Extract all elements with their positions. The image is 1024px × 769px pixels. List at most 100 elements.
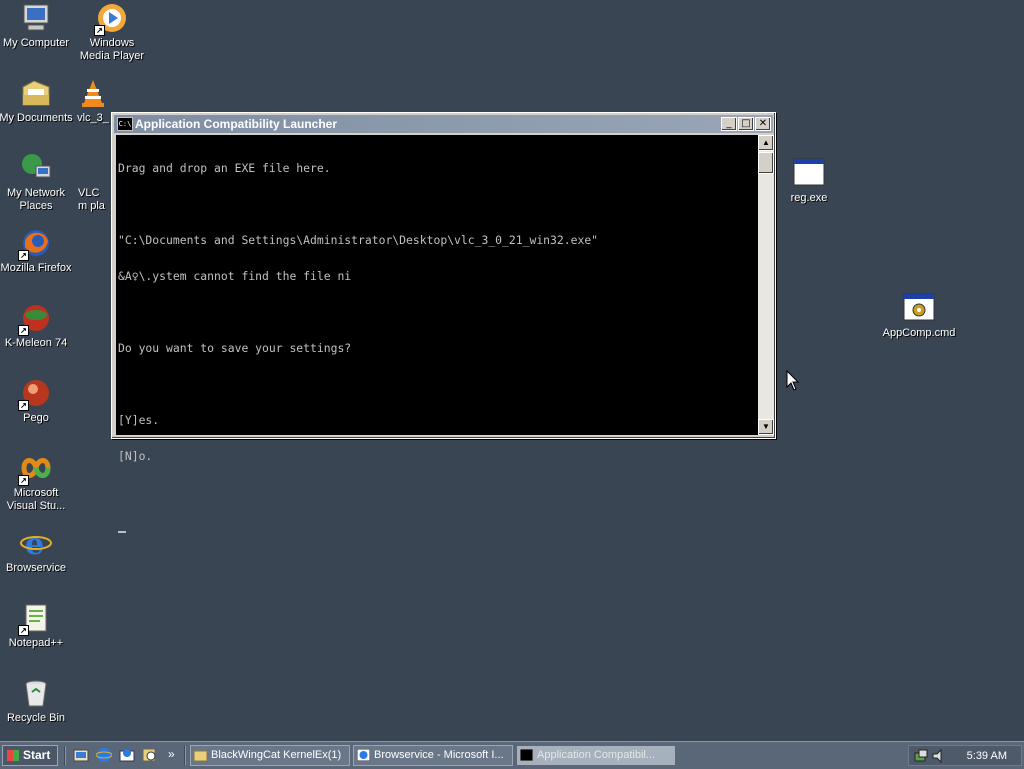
outlook-express-icon[interactable] (119, 747, 135, 763)
desktop-icon-my-documents[interactable]: My Documents (0, 77, 73, 125)
media-player-icon: ↗ (94, 2, 128, 36)
desktop-icon-label: Windows Media Player (79, 37, 145, 62)
mouse-pointer-icon (786, 370, 800, 391)
shortcut-arrow-icon: ↗ (94, 25, 105, 36)
maximize-button[interactable]: □ (738, 117, 754, 131)
console-prompt-line (118, 522, 758, 534)
desktop-icon-label: Microsoft Visual Stu... (6, 487, 66, 512)
desktop-icon-label: Mozilla Firefox (0, 262, 72, 274)
task-label: BlackWingCat KernelEx(1) (211, 749, 342, 761)
desktop-icon-label: Pego (23, 412, 49, 424)
desktop-icon-label: My Network Places (6, 187, 66, 212)
show-desktop-icon[interactable] (73, 747, 89, 763)
shortcut-arrow-icon: ↗ (18, 475, 29, 486)
shortcut-arrow-icon: ↗ (18, 325, 29, 336)
internet-explorer-icon (357, 749, 370, 761)
notepad-plus-plus-icon: ↗ (18, 602, 52, 636)
console-line: &A♀\.ystem cannot find the file ni (118, 269, 352, 283)
taskbar-separator (64, 746, 66, 765)
start-label: Start (23, 748, 51, 762)
desktop-icon-label: My Computer (2, 37, 70, 49)
tray-network-icon[interactable] (913, 748, 929, 764)
desktop-icon-label: K-Meleon 74 (4, 337, 68, 349)
console-window[interactable]: C:\ Application Compatibility Launcher _… (111, 112, 776, 533)
start-button[interactable]: Start (2, 745, 58, 766)
console-app-icon[interactable]: C:\ (117, 117, 133, 131)
desktop-icon-label: Notepad++ (8, 637, 64, 649)
text-cursor (118, 531, 126, 533)
vlc-cone-icon (77, 77, 109, 109)
application-window-icon (793, 157, 825, 189)
desktop-icon-my-computer[interactable]: My Computer (0, 2, 73, 50)
console-app-icon (520, 749, 533, 761)
desktop-icon-label: Recycle Bin (6, 712, 66, 724)
desktop-icon-appcomp-cmd[interactable]: AppComp.cmd (882, 292, 956, 340)
desktop-icon-k-meleon[interactable]: ↗ K-Meleon 74 (0, 302, 73, 350)
shortcut-arrow-icon: ↗ (18, 400, 29, 411)
windows-flag-icon (7, 750, 19, 761)
taskbar-button-app-compat-launcher[interactable]: Application Compatibil... (516, 745, 676, 766)
desktop-icon-vlc-media-player[interactable]: VLC m pla (78, 152, 111, 213)
search-icon[interactable] (142, 747, 158, 763)
taskbar-button-kernelex-folder[interactable]: BlackWingCat KernelEx(1) (190, 745, 350, 766)
quick-launch-more-chevron[interactable]: » (168, 747, 175, 761)
desktop-icon-browservice[interactable]: e Browservice (0, 527, 73, 575)
folder-icon (194, 750, 207, 761)
console-output[interactable]: Drag and drop an EXE file here. "C:\Docu… (116, 135, 758, 533)
taskbar: Start » BlackWingCat KernelEx(1) Browser… (0, 741, 1024, 769)
desktop-icon-label: VLC m pla (78, 187, 105, 212)
shortcut-arrow-icon: ↗ (18, 625, 29, 636)
batch-file-gear-icon (903, 292, 935, 324)
close-button[interactable]: ✕ (755, 117, 771, 131)
console-line: [Y]es. (118, 413, 160, 427)
recycle-bin-icon (20, 677, 52, 709)
computer-icon (20, 2, 52, 34)
clock[interactable]: 5:39 AM (967, 750, 1007, 762)
minimize-button[interactable]: _ (721, 117, 737, 131)
desktop-icon-label: reg.exe (790, 192, 828, 204)
console-line: Do you want to save your settings? (118, 341, 352, 355)
system-tray: 5:39 AM (908, 745, 1022, 766)
scroll-up-arrow-icon[interactable]: ▲ (758, 135, 774, 151)
desktop-icon-label: Browservice (6, 562, 66, 574)
svg-text:e: e (25, 527, 44, 559)
visual-studio-icon: ↗ (18, 452, 52, 486)
console-line: "C:\Documents and Settings\Administrator… (118, 233, 599, 247)
desktop-icon-visual-studio[interactable]: ↗ Microsoft Visual Stu... (0, 452, 73, 513)
k-meleon-icon: ↗ (18, 302, 52, 336)
desktop-icon-vlc-installer[interactable]: vlc_3_ (75, 77, 111, 125)
vertical-scrollbar[interactable]: ▲ ▼ (758, 135, 774, 435)
task-label: Application Compatibil... (537, 749, 656, 761)
desktop-icon-reg-exe[interactable]: reg.exe (772, 157, 846, 205)
task-label: Browservice - Microsoft I... (374, 749, 504, 761)
desktop-icon-mozilla-firefox[interactable]: ↗ Mozilla Firefox (0, 227, 73, 275)
desktop-icon-my-network-places[interactable]: My Network Places (0, 152, 73, 213)
internet-explorer-icon[interactable] (96, 747, 112, 763)
desktop-icon-label: AppComp.cmd (882, 327, 956, 339)
scroll-down-arrow-icon[interactable]: ▼ (758, 419, 774, 435)
tray-volume-icon[interactable] (931, 748, 947, 764)
network-icon (20, 152, 52, 184)
pego-icon: ↗ (18, 377, 52, 411)
firefox-icon: ↗ (18, 227, 52, 261)
taskbar-separator (184, 746, 186, 765)
window-titlebar[interactable]: C:\ Application Compatibility Launcher _… (114, 115, 773, 133)
shortcut-arrow-icon: ↗ (18, 250, 29, 261)
documents-folder-icon (20, 77, 52, 109)
vlc-cone-icon (79, 152, 111, 184)
taskbar-button-browservice[interactable]: Browservice - Microsoft I... (353, 745, 513, 766)
desktop-icon-notepad-plus-plus[interactable]: ↗ Notepad++ (0, 602, 73, 650)
console-line: Drag and drop an EXE file here. (118, 161, 331, 175)
console-line: [N]o. (118, 449, 153, 463)
internet-explorer-icon: e (20, 527, 52, 562)
window-title: Application Compatibility Launcher (135, 117, 338, 131)
desktop-icon-windows-media-player[interactable]: ↗ Windows Media Player (75, 2, 149, 63)
desktop-icon-label: My Documents (0, 112, 73, 124)
scrollbar-thumb[interactable] (758, 152, 774, 174)
desktop-icon-recycle-bin[interactable]: Recycle Bin (0, 677, 73, 725)
desktop-icon-pego[interactable]: ↗ Pego (0, 377, 73, 425)
